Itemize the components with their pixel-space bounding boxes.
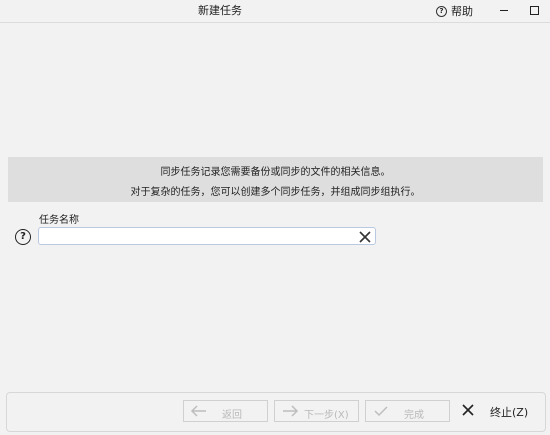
maximize-button[interactable]: [519, 0, 549, 22]
info-banner: 同步任务记录您需要备份或同步的文件的相关信息。 对于复杂的任务，您可以创建多个同…: [8, 157, 543, 202]
next-button[interactable]: 下一步(X): [274, 400, 359, 422]
next-label: 下一步(X): [304, 410, 349, 421]
stop-label: 终止(Z): [490, 406, 529, 419]
checkmark-icon: [372, 404, 390, 418]
help-label: 帮助: [451, 5, 473, 18]
title-bar: 新建任务 ? 帮助: [0, 0, 550, 23]
window-title: 新建任务: [198, 4, 242, 17]
task-name-input[interactable]: [38, 227, 376, 245]
help-circle-icon[interactable]: ?: [15, 229, 31, 245]
back-label: 返回: [222, 410, 242, 421]
minimize-icon: [500, 10, 508, 11]
back-button[interactable]: 返回: [183, 400, 268, 422]
finish-label: 完成: [404, 410, 424, 421]
minimize-button[interactable]: [489, 0, 519, 22]
finish-button[interactable]: 完成: [365, 400, 450, 422]
maximize-icon: [530, 6, 539, 15]
help-button[interactable]: ? 帮助: [436, 3, 473, 19]
clear-icon[interactable]: [358, 229, 372, 243]
task-name-label: 任务名称: [39, 215, 79, 226]
help-icon: ?: [436, 5, 447, 17]
info-line-2: 对于复杂的任务，您可以创建多个同步任务，并组成同步组执行。: [130, 187, 421, 198]
arrow-left-icon: [190, 404, 208, 418]
stop-button[interactable]: 终止(Z): [456, 398, 536, 424]
close-icon: [461, 403, 475, 417]
arrow-right-icon: [281, 404, 299, 418]
info-line-1: 同步任务记录您需要备份或同步的文件的相关信息。: [160, 167, 391, 178]
